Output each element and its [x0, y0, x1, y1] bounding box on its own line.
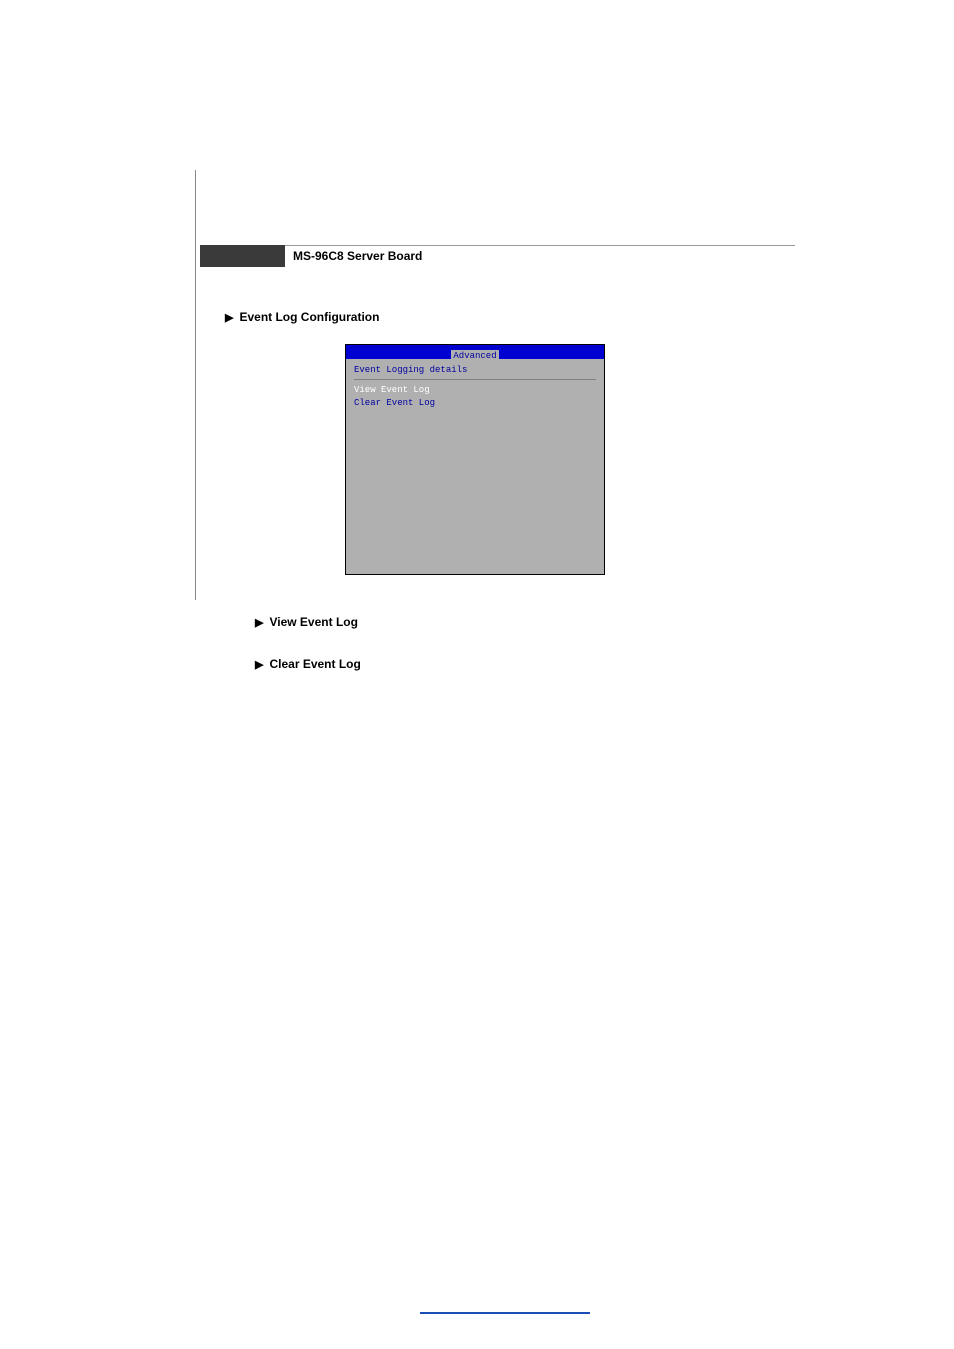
header-bar — [200, 245, 285, 267]
arrow-right-icon: ▶ — [255, 659, 263, 671]
bios-body: Event Logging details View Event Log Cle… — [346, 359, 604, 574]
sub-items: ▶ View Event Log ▶ Clear Event Log — [225, 615, 795, 671]
bios-screenshot: Advanced Event Logging details View Even… — [345, 344, 605, 575]
section-title: ▶ Event Log Configuration — [225, 310, 795, 324]
section-title-text: Event Log Configuration — [239, 310, 379, 324]
sub-item-view-event-log: ▶ View Event Log — [255, 615, 795, 629]
arrow-right-icon: ▶ — [225, 312, 233, 324]
arrow-right-icon: ▶ — [255, 617, 263, 629]
bios-panel-title: Event Logging details — [354, 365, 596, 375]
footer-link-underline — [420, 1312, 590, 1314]
bios-item-view-event-log: View Event Log — [354, 384, 596, 397]
sub-item-label: Clear Event Log — [269, 657, 360, 671]
sub-item-clear-event-log: ▶ Clear Event Log — [255, 657, 795, 671]
bios-divider — [354, 379, 596, 380]
sub-item-label: View Event Log — [269, 615, 357, 629]
bios-header: Advanced — [346, 345, 604, 359]
header-underline — [200, 245, 795, 246]
section-container: ▶ Event Log Configuration Advanced Event … — [195, 310, 795, 671]
bios-item-clear-event-log: Clear Event Log — [354, 397, 596, 410]
page-title: MS-96C8 Server Board — [293, 249, 422, 263]
bios-tab-advanced: Advanced — [451, 350, 498, 363]
